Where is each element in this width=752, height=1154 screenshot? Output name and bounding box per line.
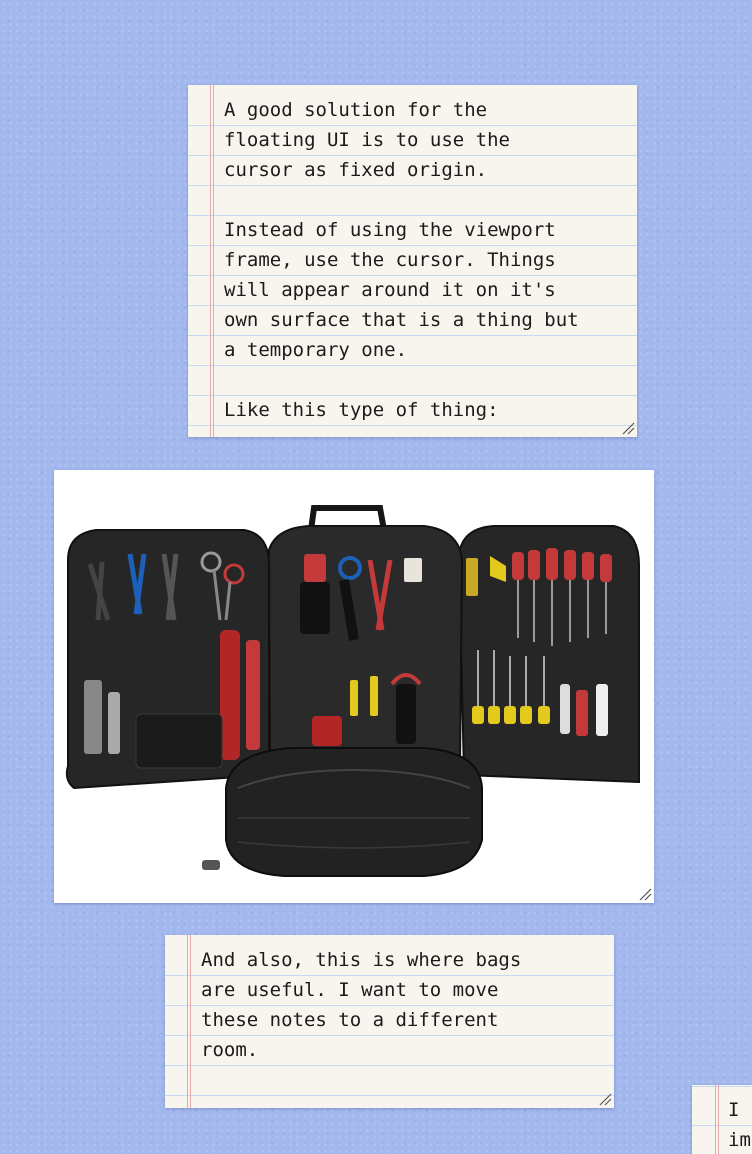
resize-handle-icon[interactable] [621,421,635,435]
note-card[interactable]: And also, this is where bags are useful.… [165,935,614,1108]
note-text[interactable]: I im [728,1095,751,1154]
resize-handle-icon[interactable] [638,887,652,901]
note-margin-line [187,935,191,1108]
image-card[interactable] [54,470,654,903]
note-card[interactable]: A good solution for the floating UI is t… [188,85,637,437]
note-margin-line [210,85,214,437]
note-margin-line [715,1085,719,1154]
note-card[interactable]: I im [692,1085,752,1154]
note-text[interactable]: And also, this is where bags are useful.… [201,945,521,1065]
resize-handle-icon[interactable] [598,1092,612,1106]
tool-backpack-image [65,505,640,877]
note-text[interactable]: A good solution for the floating UI is t… [224,95,579,425]
